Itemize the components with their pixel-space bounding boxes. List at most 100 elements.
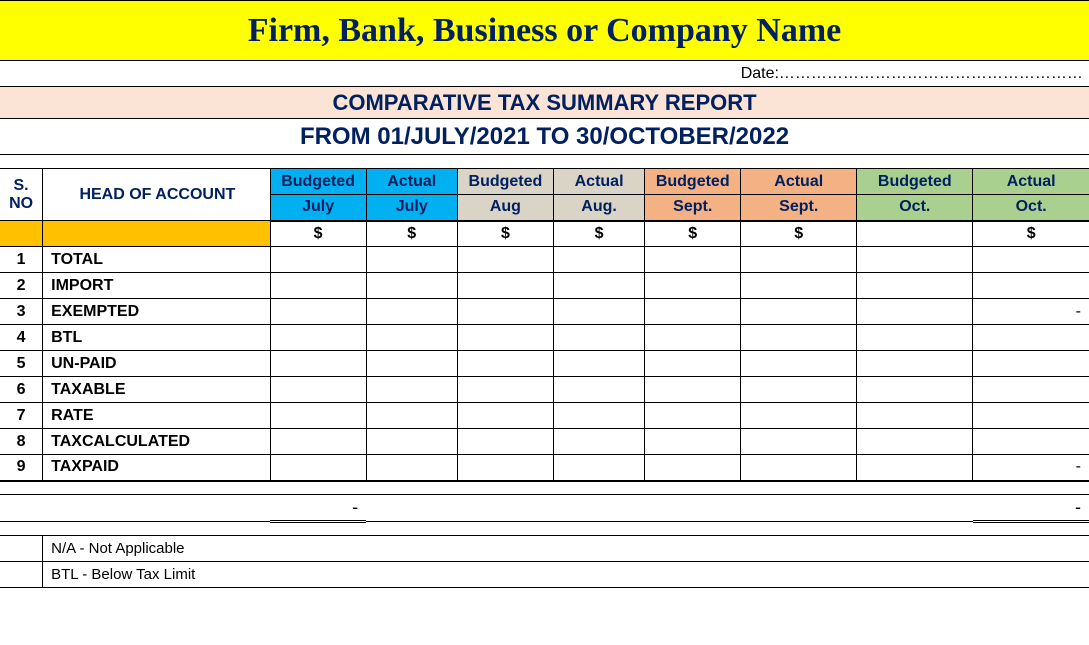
data-cell[interactable] <box>645 403 741 429</box>
data-cell[interactable] <box>645 377 741 403</box>
currency-cell[interactable]: $ <box>366 221 457 247</box>
cell[interactable] <box>43 221 271 247</box>
row-label[interactable]: BTL <box>43 325 271 351</box>
data-cell[interactable] <box>457 247 553 273</box>
data-cell[interactable] <box>857 247 973 273</box>
data-cell[interactable] <box>457 455 553 481</box>
data-cell[interactable] <box>973 273 1089 299</box>
data-cell[interactable] <box>270 403 366 429</box>
data-cell[interactable] <box>553 299 644 325</box>
data-cell[interactable] <box>270 247 366 273</box>
row-sno[interactable]: 8 <box>0 429 43 455</box>
data-cell[interactable] <box>553 429 644 455</box>
data-cell[interactable] <box>645 351 741 377</box>
data-cell[interactable] <box>366 325 457 351</box>
total-cell[interactable]: - <box>270 495 366 522</box>
data-cell[interactable] <box>741 351 857 377</box>
row-label[interactable]: RATE <box>43 403 271 429</box>
data-cell[interactable] <box>457 299 553 325</box>
data-cell[interactable] <box>457 429 553 455</box>
data-cell[interactable] <box>973 325 1089 351</box>
row-sno[interactable]: 3 <box>0 299 43 325</box>
data-cell[interactable] <box>857 377 973 403</box>
row-sno[interactable]: 5 <box>0 351 43 377</box>
data-cell[interactable] <box>973 429 1089 455</box>
data-cell[interactable] <box>366 247 457 273</box>
data-cell[interactable] <box>366 455 457 481</box>
data-cell[interactable] <box>645 273 741 299</box>
row-label[interactable]: TAXABLE <box>43 377 271 403</box>
cell[interactable] <box>0 221 43 247</box>
data-cell[interactable] <box>270 455 366 481</box>
data-cell[interactable] <box>457 403 553 429</box>
date-field[interactable]: Date:………………………………………………… <box>741 61 1089 87</box>
data-cell[interactable] <box>645 247 741 273</box>
data-cell[interactable] <box>270 429 366 455</box>
data-cell[interactable] <box>553 273 644 299</box>
data-cell[interactable] <box>366 351 457 377</box>
data-cell[interactable] <box>270 273 366 299</box>
currency-cell[interactable]: $ <box>645 221 741 247</box>
data-cell[interactable] <box>973 403 1089 429</box>
row-sno[interactable]: 4 <box>0 325 43 351</box>
data-cell[interactable] <box>741 325 857 351</box>
data-cell[interactable] <box>457 377 553 403</box>
data-cell[interactable] <box>741 247 857 273</box>
total-cell[interactable] <box>857 495 973 522</box>
data-cell[interactable] <box>741 273 857 299</box>
data-cell[interactable] <box>857 403 973 429</box>
data-cell[interactable] <box>457 325 553 351</box>
data-cell[interactable] <box>741 299 857 325</box>
currency-cell[interactable] <box>857 221 973 247</box>
data-cell[interactable] <box>366 299 457 325</box>
row-label[interactable]: IMPORT <box>43 273 271 299</box>
data-cell[interactable] <box>553 351 644 377</box>
data-cell[interactable] <box>973 377 1089 403</box>
data-cell[interactable] <box>553 247 644 273</box>
data-cell[interactable] <box>366 273 457 299</box>
data-cell[interactable] <box>857 325 973 351</box>
data-cell[interactable] <box>741 429 857 455</box>
total-cell[interactable] <box>645 495 741 522</box>
row-sno[interactable]: 1 <box>0 247 43 273</box>
data-cell[interactable] <box>553 325 644 351</box>
data-cell[interactable] <box>366 429 457 455</box>
data-cell[interactable]: - <box>973 455 1089 481</box>
data-cell[interactable] <box>553 455 644 481</box>
currency-cell[interactable]: $ <box>973 221 1089 247</box>
row-sno[interactable]: 6 <box>0 377 43 403</box>
data-cell[interactable] <box>973 247 1089 273</box>
row-label[interactable]: UN-PAID <box>43 351 271 377</box>
currency-cell[interactable]: $ <box>741 221 857 247</box>
data-cell[interactable] <box>645 299 741 325</box>
total-cell[interactable] <box>457 495 553 522</box>
data-cell[interactable] <box>645 429 741 455</box>
row-sno[interactable]: 2 <box>0 273 43 299</box>
data-cell[interactable] <box>741 403 857 429</box>
currency-cell[interactable]: $ <box>553 221 644 247</box>
data-cell[interactable] <box>741 455 857 481</box>
data-cell[interactable] <box>741 377 857 403</box>
data-cell[interactable] <box>857 429 973 455</box>
row-label[interactable]: EXEMPTED <box>43 299 271 325</box>
data-cell[interactable] <box>270 299 366 325</box>
data-cell[interactable] <box>553 403 644 429</box>
data-cell[interactable] <box>457 273 553 299</box>
data-cell[interactable] <box>366 403 457 429</box>
data-cell[interactable]: - <box>973 299 1089 325</box>
data-cell[interactable] <box>457 351 553 377</box>
data-cell[interactable] <box>270 351 366 377</box>
row-label[interactable]: TOTAL <box>43 247 271 273</box>
data-cell[interactable] <box>366 377 457 403</box>
row-label[interactable]: TAXPAID <box>43 455 271 481</box>
total-cell[interactable] <box>741 495 857 522</box>
data-cell[interactable] <box>857 455 973 481</box>
row-label[interactable]: TAXCALCULATED <box>43 429 271 455</box>
data-cell[interactable] <box>553 377 644 403</box>
total-cell[interactable] <box>366 495 457 522</box>
data-cell[interactable] <box>645 455 741 481</box>
currency-cell[interactable]: $ <box>270 221 366 247</box>
data-cell[interactable] <box>857 299 973 325</box>
data-cell[interactable] <box>857 273 973 299</box>
data-cell[interactable] <box>973 351 1089 377</box>
